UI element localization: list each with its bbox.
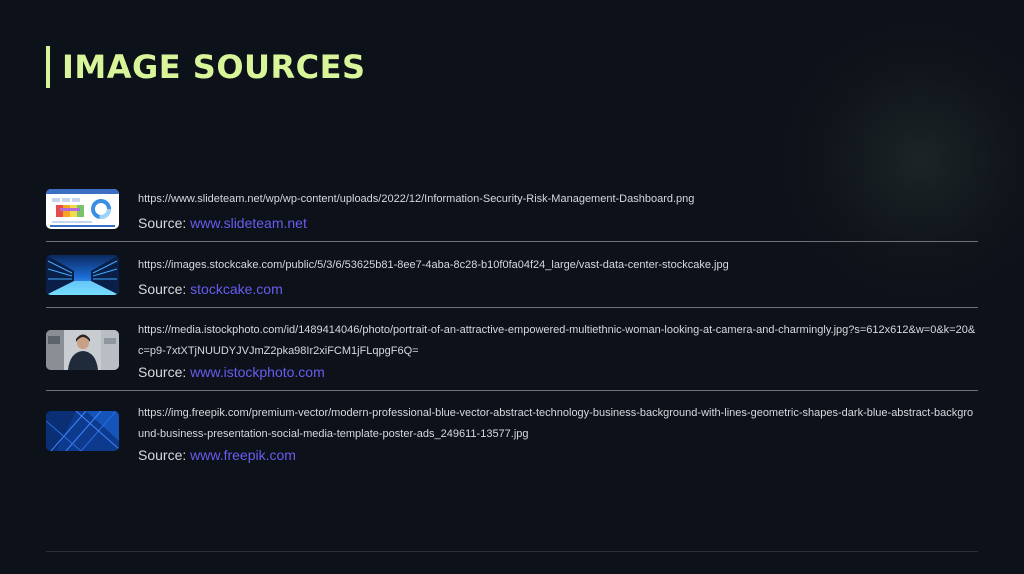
source-entry: https://media.istockphoto.com/id/1489414… [46, 320, 978, 380]
source-link[interactable]: www.istockphoto.com [190, 364, 325, 380]
source-label: Source: [138, 215, 187, 231]
source-label: Source: [138, 447, 187, 463]
data-center-thumbnail-icon [46, 255, 119, 295]
source-line: Source: www.freepik.com [138, 446, 296, 464]
divider [46, 551, 978, 552]
divider [46, 390, 978, 391]
source-label: Source: [138, 281, 187, 297]
image-url: https://media.istockphoto.com/id/1489414… [138, 324, 976, 357]
divider [46, 241, 978, 242]
source-line: Source: stockcake.com [138, 280, 283, 298]
divider [46, 307, 978, 308]
title-accent-bar [46, 46, 50, 88]
source-entry: https://img.freepik.com/premium-vector/m… [46, 403, 978, 463]
source-entry: https://www.slideteam.net/wp/wp-content/… [46, 189, 978, 241]
source-link[interactable]: www.slideteam.net [190, 215, 307, 231]
dashboard-thumbnail-icon [46, 189, 119, 229]
source-line: Source: www.istockphoto.com [138, 363, 325, 381]
source-entry: https://images.stockcake.com/public/5/3/… [46, 255, 978, 307]
source-link[interactable]: stockcake.com [190, 281, 283, 297]
portrait-thumbnail-icon [46, 330, 119, 370]
blue-abstract-thumbnail-icon [46, 411, 119, 451]
page-title: IMAGE SOURCES [62, 48, 366, 86]
source-line: Source: www.slideteam.net [138, 214, 307, 232]
source-label: Source: [138, 364, 187, 380]
image-url: https://images.stockcake.com/public/5/3/… [138, 259, 729, 271]
title-area: IMAGE SOURCES [46, 46, 366, 88]
image-url: https://www.slideteam.net/wp/wp-content/… [138, 193, 695, 205]
image-url: https://img.freepik.com/premium-vector/m… [138, 407, 974, 440]
source-link[interactable]: www.freepik.com [190, 447, 296, 463]
